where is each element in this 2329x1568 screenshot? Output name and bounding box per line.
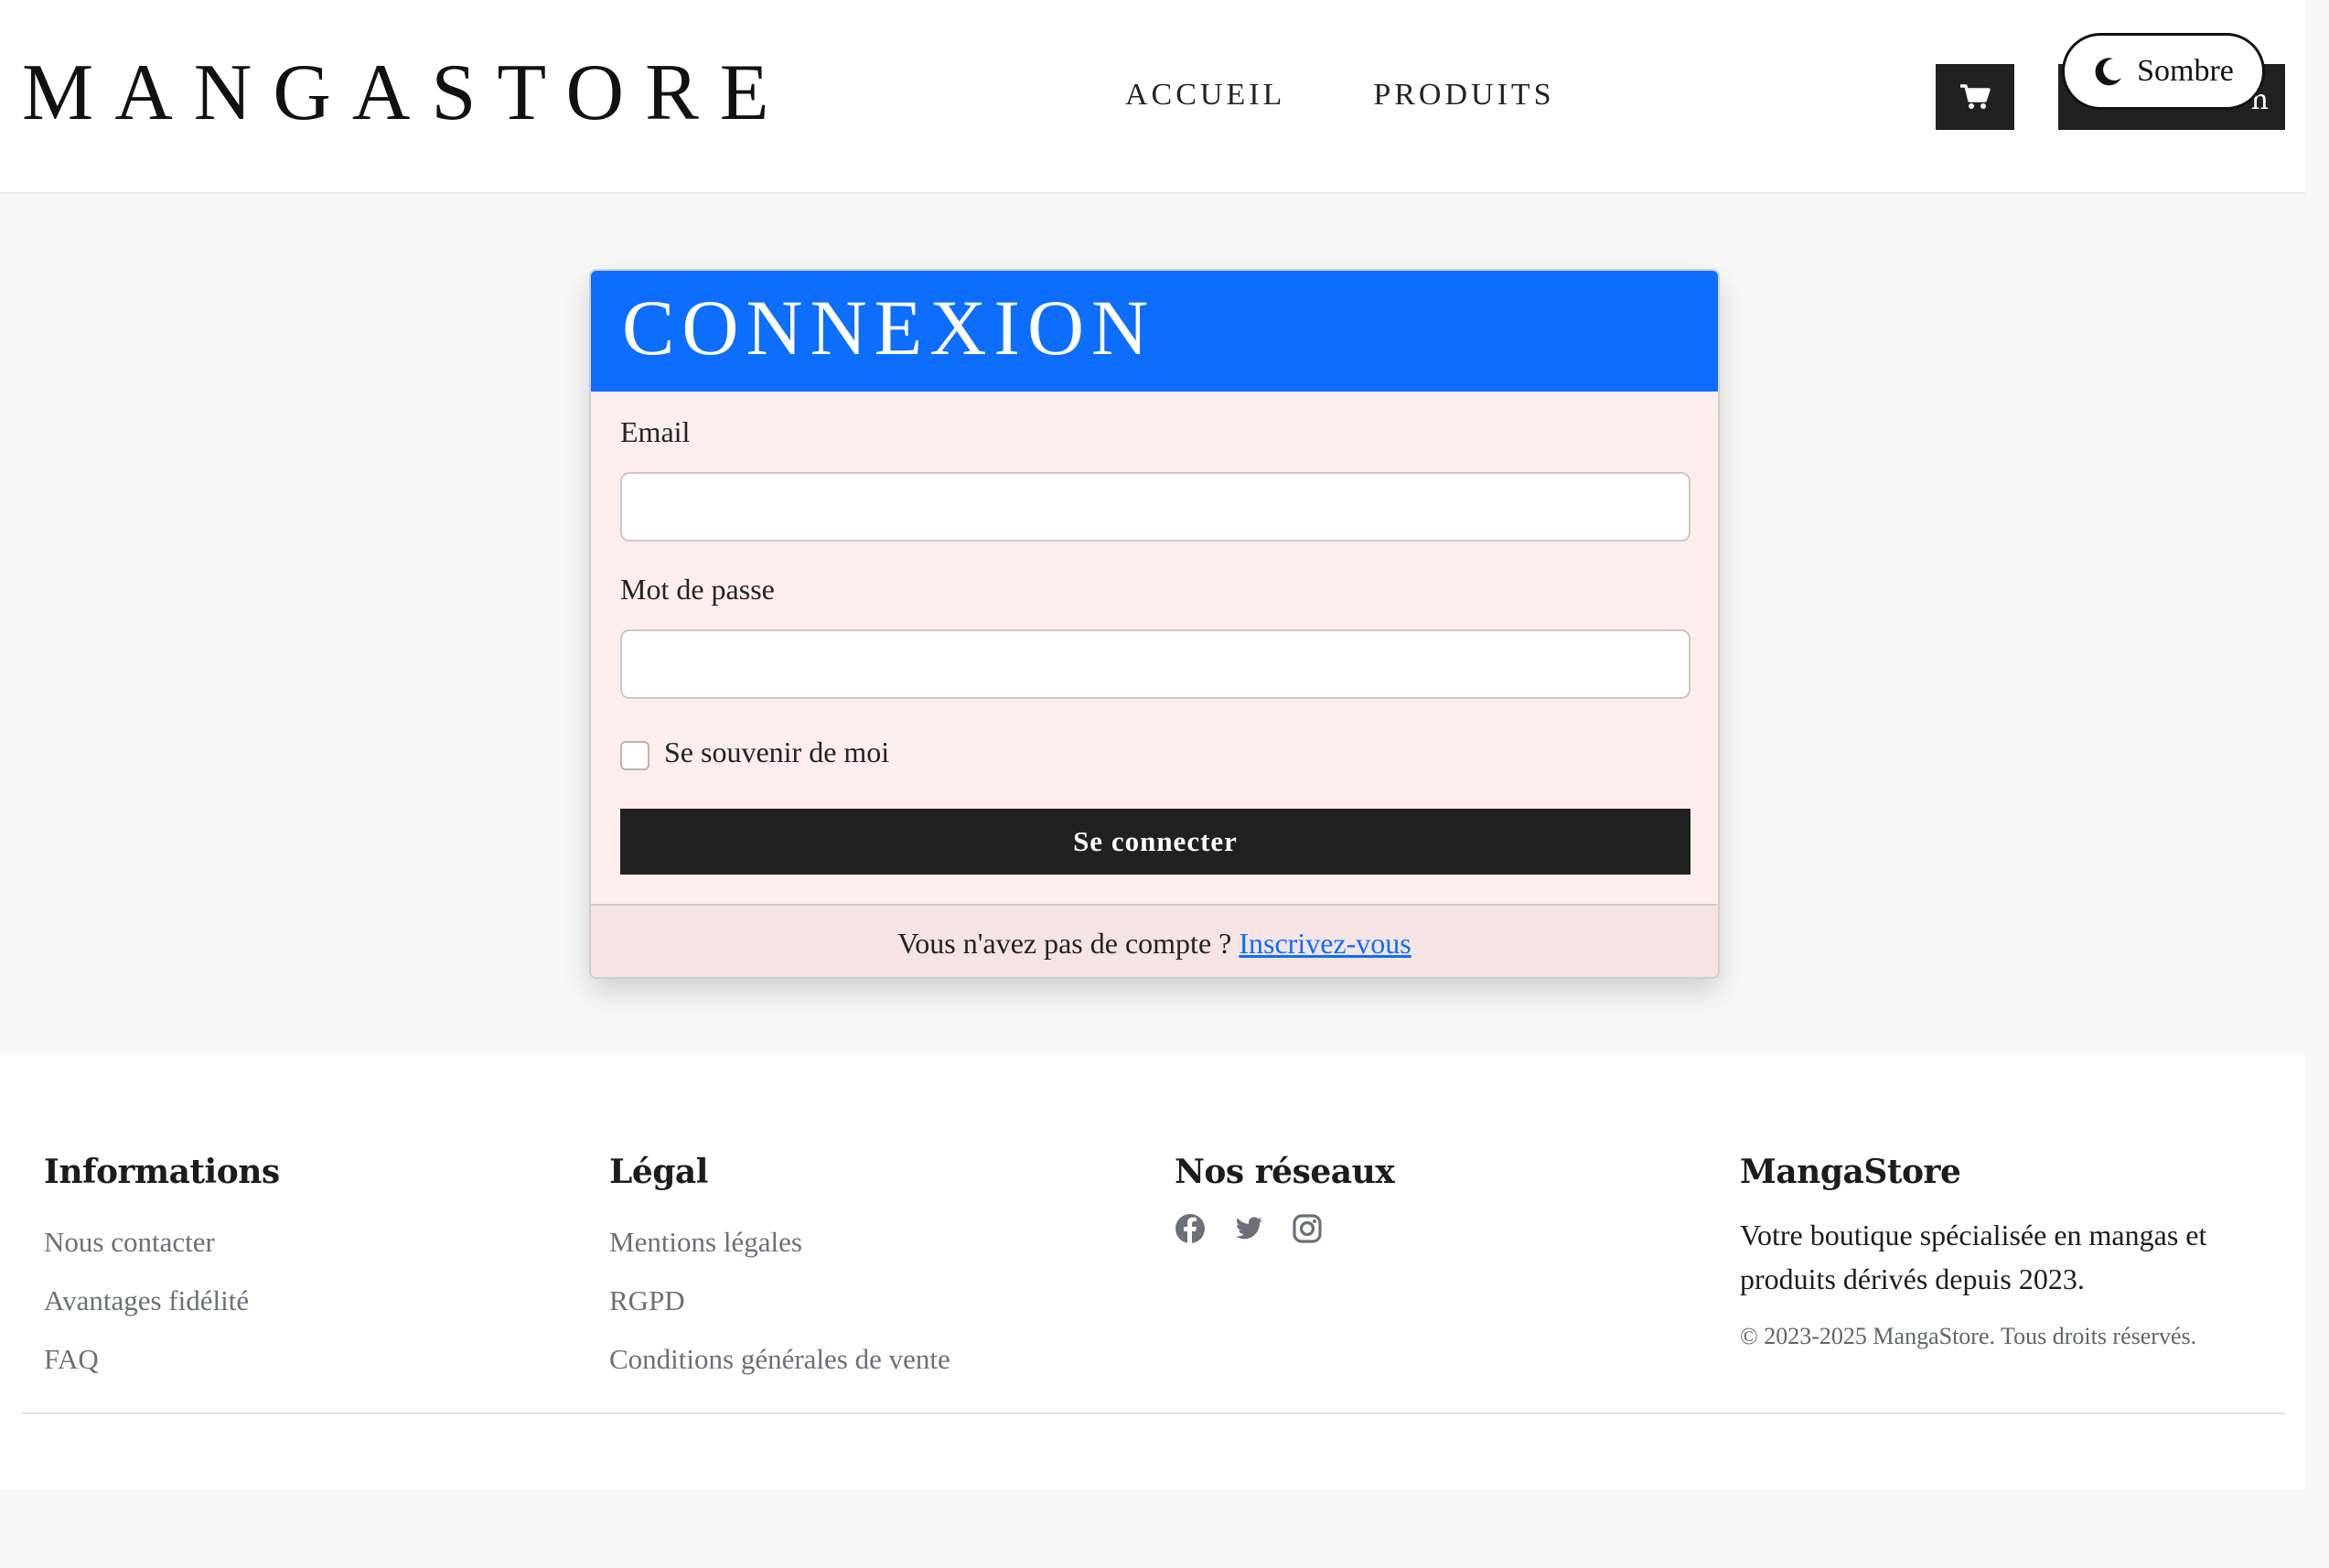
footer-link-cgv[interactable]: Conditions générales de vente — [609, 1330, 950, 1389]
email-field[interactable] — [620, 472, 1690, 542]
cart-icon — [1960, 84, 1991, 109]
theme-toggle-button[interactable]: Sombre — [2062, 33, 2265, 110]
footer-link-legal-notice[interactable]: Mentions légales — [609, 1213, 950, 1272]
footer-heading: Nos réseaux — [1175, 1153, 1395, 1191]
login-submit-button[interactable]: Se connecter — [620, 809, 1690, 875]
main-nav: ACCUEIL PRODUITS — [1125, 75, 1555, 115]
site-footer: Informations Nous contacter Avantages fi… — [0, 1054, 2305, 1489]
moon-icon — [2095, 58, 2122, 86]
footer-col-informations: Informations Nous contacter Avantages fi… — [44, 1153, 280, 1389]
footer-col-social: Nos réseaux — [1175, 1153, 1395, 1244]
register-prompt-text: Vous n'avez pas de compte ? — [897, 927, 1240, 960]
register-prompt: Vous n'avez pas de compte ? Inscrivez-vo… — [591, 904, 1718, 977]
footer-link-contact[interactable]: Nous contacter — [44, 1213, 280, 1272]
theme-toggle-label: Sombre — [2137, 54, 2234, 88]
remember-me-checkbox[interactable] — [620, 741, 649, 770]
site-header: MANGASTORE ACCUEIL PRODUITS n Sombre — [0, 0, 2305, 194]
footer-link-loyalty[interactable]: Avantages fidélité — [44, 1272, 280, 1330]
instagram-icon[interactable] — [1292, 1213, 1323, 1244]
footer-link-rgpd[interactable]: RGPD — [609, 1272, 950, 1330]
register-link[interactable]: Inscrivez-vous — [1239, 927, 1411, 960]
nav-home-link[interactable]: ACCUEIL — [1125, 75, 1285, 115]
twitter-icon[interactable] — [1233, 1213, 1264, 1244]
login-card: CONNEXION Email Mot de passe Se souvenir… — [589, 269, 1720, 979]
footer-divider — [22, 1412, 2285, 1414]
cart-button[interactable] — [1936, 64, 2014, 130]
nav-products-link[interactable]: PRODUITS — [1373, 75, 1554, 115]
remember-me-label[interactable]: Se souvenir de moi — [664, 736, 889, 769]
password-label: Mot de passe — [620, 573, 775, 606]
footer-col-legal: Légal Mentions légales RGPD Conditions g… — [609, 1153, 950, 1389]
site-logo[interactable]: MANGASTORE — [22, 48, 790, 139]
email-label: Email — [620, 415, 691, 448]
login-title: CONNEXION — [591, 271, 1718, 392]
footer-heading: MangaStore — [1740, 1153, 1961, 1191]
password-field[interactable] — [620, 629, 1690, 699]
social-links — [1175, 1213, 1394, 1244]
copyright-text: © 2023-2025 MangaStore. Tous droits rése… — [1740, 1323, 2197, 1349]
footer-heading: Légal — [609, 1153, 708, 1191]
footer-heading: Informations — [44, 1153, 280, 1191]
footer-about-text: Votre boutique spécialisée en mangas et … — [1740, 1219, 2207, 1295]
facebook-icon[interactable] — [1175, 1213, 1206, 1244]
footer-link-faq[interactable]: FAQ — [44, 1330, 280, 1389]
footer-col-about: MangaStore Votre boutique spécialisée en… — [1740, 1153, 2252, 1350]
